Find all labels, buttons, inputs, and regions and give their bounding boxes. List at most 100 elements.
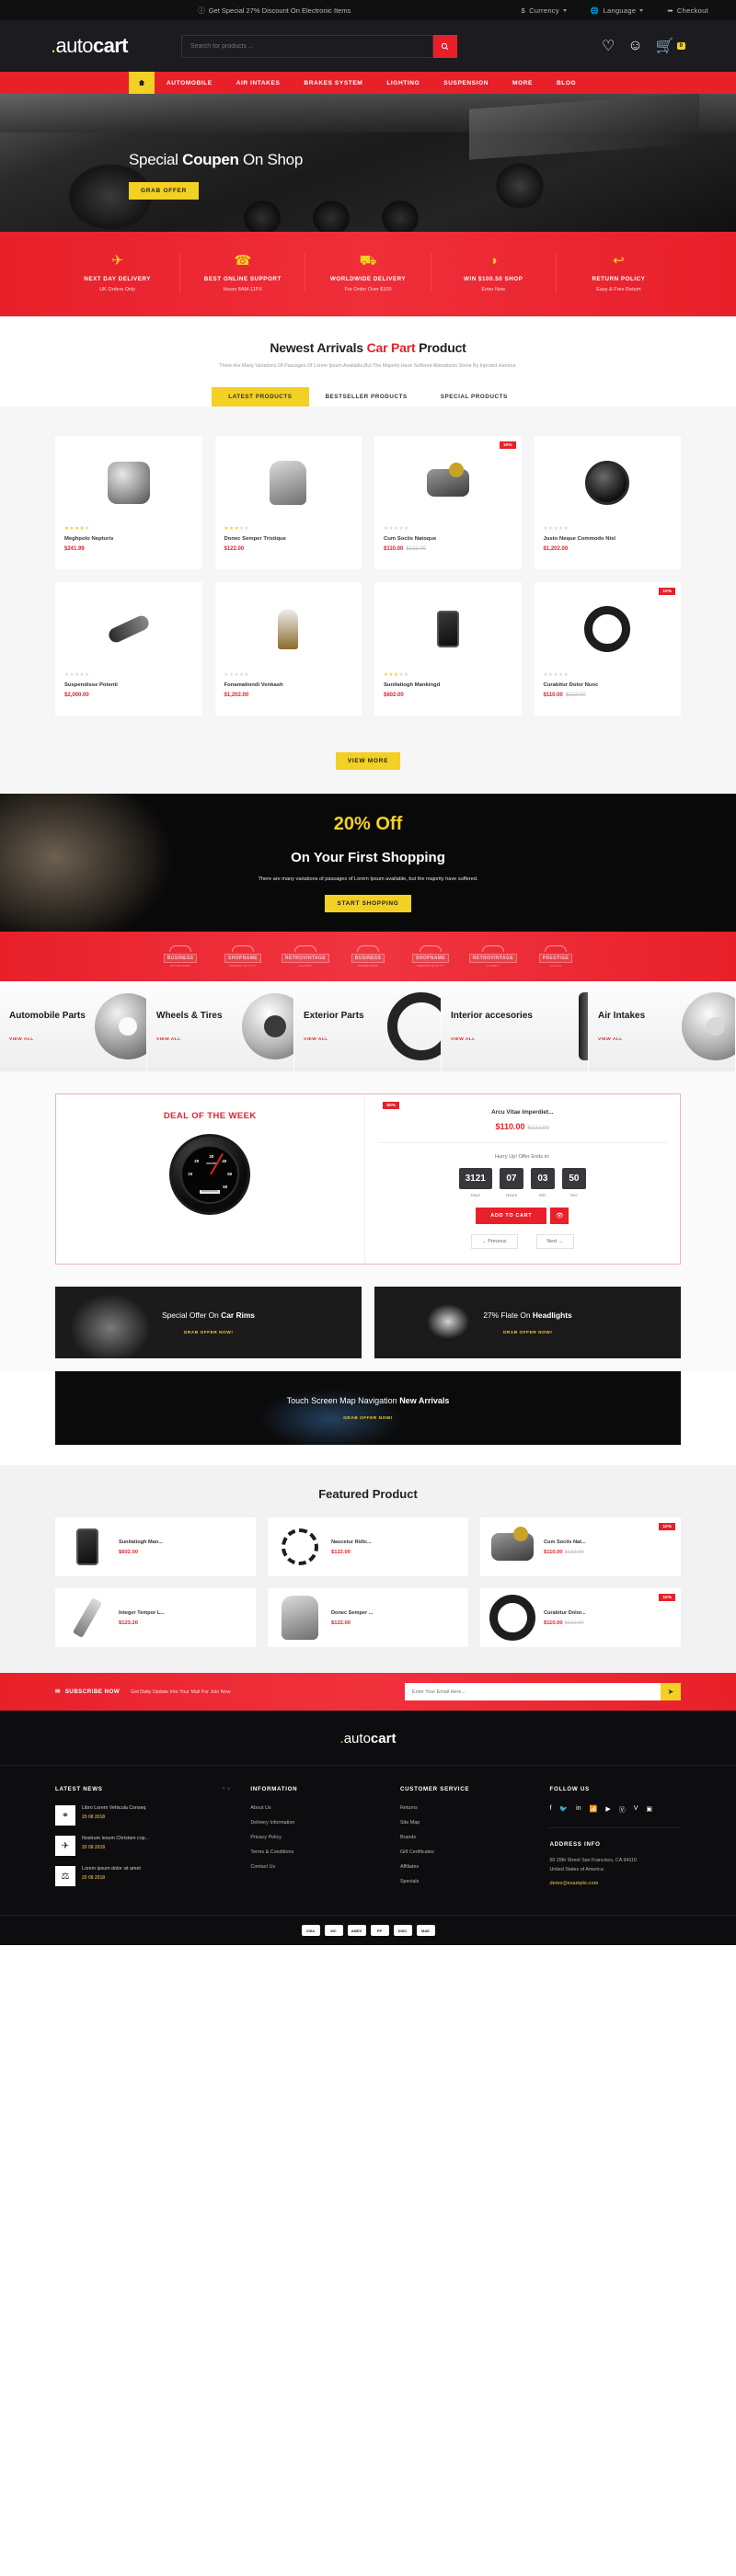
product-name[interactable]: Integer Tempor L... — [119, 1610, 165, 1616]
product-name[interactable]: Cum Sociis Nat... — [544, 1540, 586, 1545]
grab-offer-button[interactable]: GRAB OFFER — [129, 182, 199, 200]
category-automobile-parts[interactable]: Automobile Parts VIEW ALL — [0, 981, 147, 1071]
promo-car-rims[interactable]: Special Offer On Car Rims GRAB OFFER NOW… — [55, 1287, 362, 1358]
nav-item-lighting[interactable]: LIGHTING — [374, 72, 431, 94]
footer-logo[interactable]: .autocart — [0, 1731, 736, 1766]
featured-product-card[interactable]: Sunilatiogh Man... $602.00 — [55, 1517, 256, 1576]
pinterest-icon[interactable]: Ⓥ — [619, 1805, 626, 1815]
featured-product-card[interactable]: 10% Cum Sociis Nat... $110.00 $122.00 — [480, 1517, 681, 1576]
product-name[interactable]: Cum Sociis Natoque — [384, 536, 512, 542]
footer-link[interactable]: Returns — [400, 1805, 532, 1811]
currency-selector[interactable]: $ Currency — [522, 6, 567, 15]
view-more-button[interactable]: VIEW MORE — [335, 752, 401, 770]
featured-product-card[interactable]: Nascetur Ridic... $122.00 — [268, 1517, 468, 1576]
add-to-cart-button[interactable]: ADD TO CART — [476, 1208, 547, 1224]
vimeo-icon[interactable]: V — [634, 1805, 638, 1815]
site-logo[interactable]: .autocart — [51, 34, 129, 58]
search-input[interactable] — [180, 34, 433, 58]
category-exterior-parts[interactable]: Exterior Parts VIEW ALL — [294, 981, 442, 1071]
language-selector[interactable]: 🌐 Language — [591, 6, 644, 15]
product-card[interactable]: ★★★★★ Sunilatiogh Mankingd $602.00 — [374, 582, 522, 716]
promo-map-navigation[interactable]: Touch Screen Map Navigation New Arrivals… — [55, 1371, 681, 1445]
tab-special-products[interactable]: SPECIAL PRODUCTS — [424, 387, 524, 406]
nav-item-suspension[interactable]: SUSPENSION — [431, 72, 500, 94]
category-view-all[interactable]: VIEW ALL — [9, 1037, 86, 1042]
footer-link[interactable]: Specials — [400, 1879, 532, 1884]
category-interior-accesories[interactable]: Interior accesories VIEW ALL — [442, 981, 589, 1071]
product-card[interactable]: ★★★★★ Donec Semper Tristique $122.00 — [214, 436, 362, 569]
footer-link[interactable]: Privacy Policy — [250, 1835, 382, 1840]
promo-link[interactable]: GRAB OFFER NOW! — [184, 1331, 234, 1335]
tab-latest-products[interactable]: LATEST PRODUCTS — [212, 387, 309, 406]
product-name[interactable]: Donec Semper Tristique — [224, 536, 353, 542]
wishlist-icon[interactable]: ♡ — [602, 37, 615, 55]
category-air-intakes[interactable]: Air Intakes VIEW ALL — [589, 981, 736, 1071]
product-name[interactable]: Justo Neque Commodo Nisl — [544, 536, 673, 542]
product-name[interactable]: Suspendisse Potenti — [64, 682, 193, 688]
deal-product-name[interactable]: Arcu Vitae Imperdiet... — [378, 1109, 668, 1116]
product-card[interactable]: 10% ★★★★★ Cum Sociis Natoque $110.00 $122.00 — [374, 436, 522, 569]
category-view-all[interactable]: VIEW ALL — [156, 1037, 223, 1042]
brand-logo[interactable]: PRESTIGE boutique — [537, 943, 574, 970]
product-name[interactable]: Curabitur Dolor Nunc — [544, 682, 673, 688]
promo-headlights[interactable]: 27% Flate On Headlights GRAB OFFER NOW! — [374, 1287, 681, 1358]
product-card[interactable]: ★★★★★ Fonamationdi Venkash $1,202.00 — [214, 582, 362, 716]
brand-logo[interactable]: BUSINESS ESTABLISHED — [350, 943, 386, 970]
deal-next-button[interactable]: Next → — [535, 1234, 574, 1249]
quick-view-eye-icon[interactable]: 👁 — [550, 1208, 569, 1224]
footer-link[interactable]: Delivery Information — [250, 1820, 382, 1826]
carousel-arrows-icon[interactable]: ^˅ — [222, 1787, 232, 1792]
footer-link[interactable]: Contact Us — [250, 1864, 382, 1870]
featured-product-card[interactable]: Integer Tempor L... $123.20 — [55, 1588, 256, 1647]
nav-home-button[interactable] — [129, 72, 155, 94]
category-view-all[interactable]: VIEW ALL — [304, 1037, 364, 1042]
footer-link[interactable]: Gift Certificates — [400, 1849, 532, 1855]
brand-logo[interactable]: SHOPNAME PREMIUM QUALITY — [411, 943, 450, 970]
user-account-icon[interactable]: ☺ — [627, 38, 642, 54]
newsletter-submit-button[interactable]: ➤ — [661, 1683, 681, 1700]
footer-news-item[interactable]: ✈ Nostrum Iesum Christam cop... 20 08 2018 — [55, 1836, 232, 1856]
product-card[interactable]: 10% ★★★★★ Curabitur Dolor Nunc $110.00 $122.… — [534, 582, 681, 716]
promo-link[interactable]: GRAB OFFER NOW! — [503, 1331, 553, 1335]
footer-link[interactable]: Site Map — [400, 1820, 532, 1826]
search-button[interactable] — [432, 34, 457, 58]
category-view-all[interactable]: VIEW ALL — [598, 1037, 645, 1042]
footer-link[interactable]: Affiliates — [400, 1864, 532, 1870]
product-name[interactable]: Meghpolo Nepturis — [64, 536, 193, 542]
product-card[interactable]: ★★★★★ Justo Neque Commodo Nisl $1,202.00 — [534, 436, 681, 569]
twitter-icon[interactable]: 🐦 — [559, 1805, 568, 1815]
footer-news-item[interactable]: ⚭ Libro Lorem Vehicula Conseq 20 08 2018 — [55, 1805, 232, 1826]
wide-promo-link[interactable]: GRAB OFFER NOW! — [343, 1416, 393, 1421]
cart-button[interactable]: 🛒 0 — [656, 37, 685, 55]
category-wheels-tires[interactable]: Wheels & Tires VIEW ALL — [147, 981, 294, 1071]
product-name[interactable]: Donec Semper ... — [331, 1610, 373, 1616]
nav-item-brakes-system[interactable]: BRAKES SYSTEM — [292, 72, 374, 94]
facebook-icon[interactable]: f — [549, 1805, 551, 1815]
brand-logo[interactable]: RETROVINTAGE CLASSIC — [468, 943, 518, 970]
nav-item-air-intakes[interactable]: AIR INTAKES — [224, 72, 293, 94]
footer-news-item[interactable]: ⚖ Lorem ipsum dolor sit amet 20 08 2018 — [55, 1866, 232, 1886]
footer-link[interactable]: Terms & Conditions — [250, 1849, 382, 1855]
category-view-all[interactable]: VIEW ALL — [451, 1037, 533, 1042]
product-name[interactable]: Fonamationdi Venkash — [224, 682, 353, 688]
product-card[interactable]: ★★★★★ Meghpolo Nepturis $241.99 — [55, 436, 202, 569]
start-shopping-button[interactable]: START SHOPPING — [325, 894, 411, 912]
product-name[interactable]: Sunilatiogh Mankingd — [384, 682, 512, 688]
footer-link[interactable]: About Us — [250, 1805, 382, 1811]
product-name[interactable]: Curabitur Dolor... — [544, 1610, 586, 1616]
rss-icon[interactable]: 📶 — [590, 1805, 598, 1815]
youtube-icon[interactable]: ▶ — [605, 1805, 610, 1815]
brand-logo[interactable]: SHOPNAME PREMIUM QUALITY — [224, 943, 262, 970]
linkedin-icon[interactable]: in — [576, 1805, 581, 1815]
instagram-icon[interactable]: ▣ — [646, 1805, 652, 1815]
brand-logo[interactable]: BUSINESS ESTABLISHED — [162, 943, 199, 970]
contact-email[interactable]: demo@example.com — [549, 1880, 681, 1889]
tab-bestseller-products[interactable]: BESTSELLER PRODUCTS — [309, 387, 424, 406]
checkout-link[interactable]: ➥ Checkout — [667, 6, 708, 15]
product-name[interactable]: Sunilatiogh Man... — [119, 1540, 163, 1545]
featured-product-card[interactable]: 10% Curabitur Dolor... $110.00 $122.00 — [480, 1588, 681, 1647]
nav-item-blog[interactable]: BLOG — [545, 72, 588, 94]
nav-item-automobile[interactable]: AUTOMOBILE — [155, 72, 224, 94]
nav-item-more[interactable]: MORE — [500, 72, 545, 94]
newsletter-email-input[interactable] — [405, 1683, 661, 1700]
